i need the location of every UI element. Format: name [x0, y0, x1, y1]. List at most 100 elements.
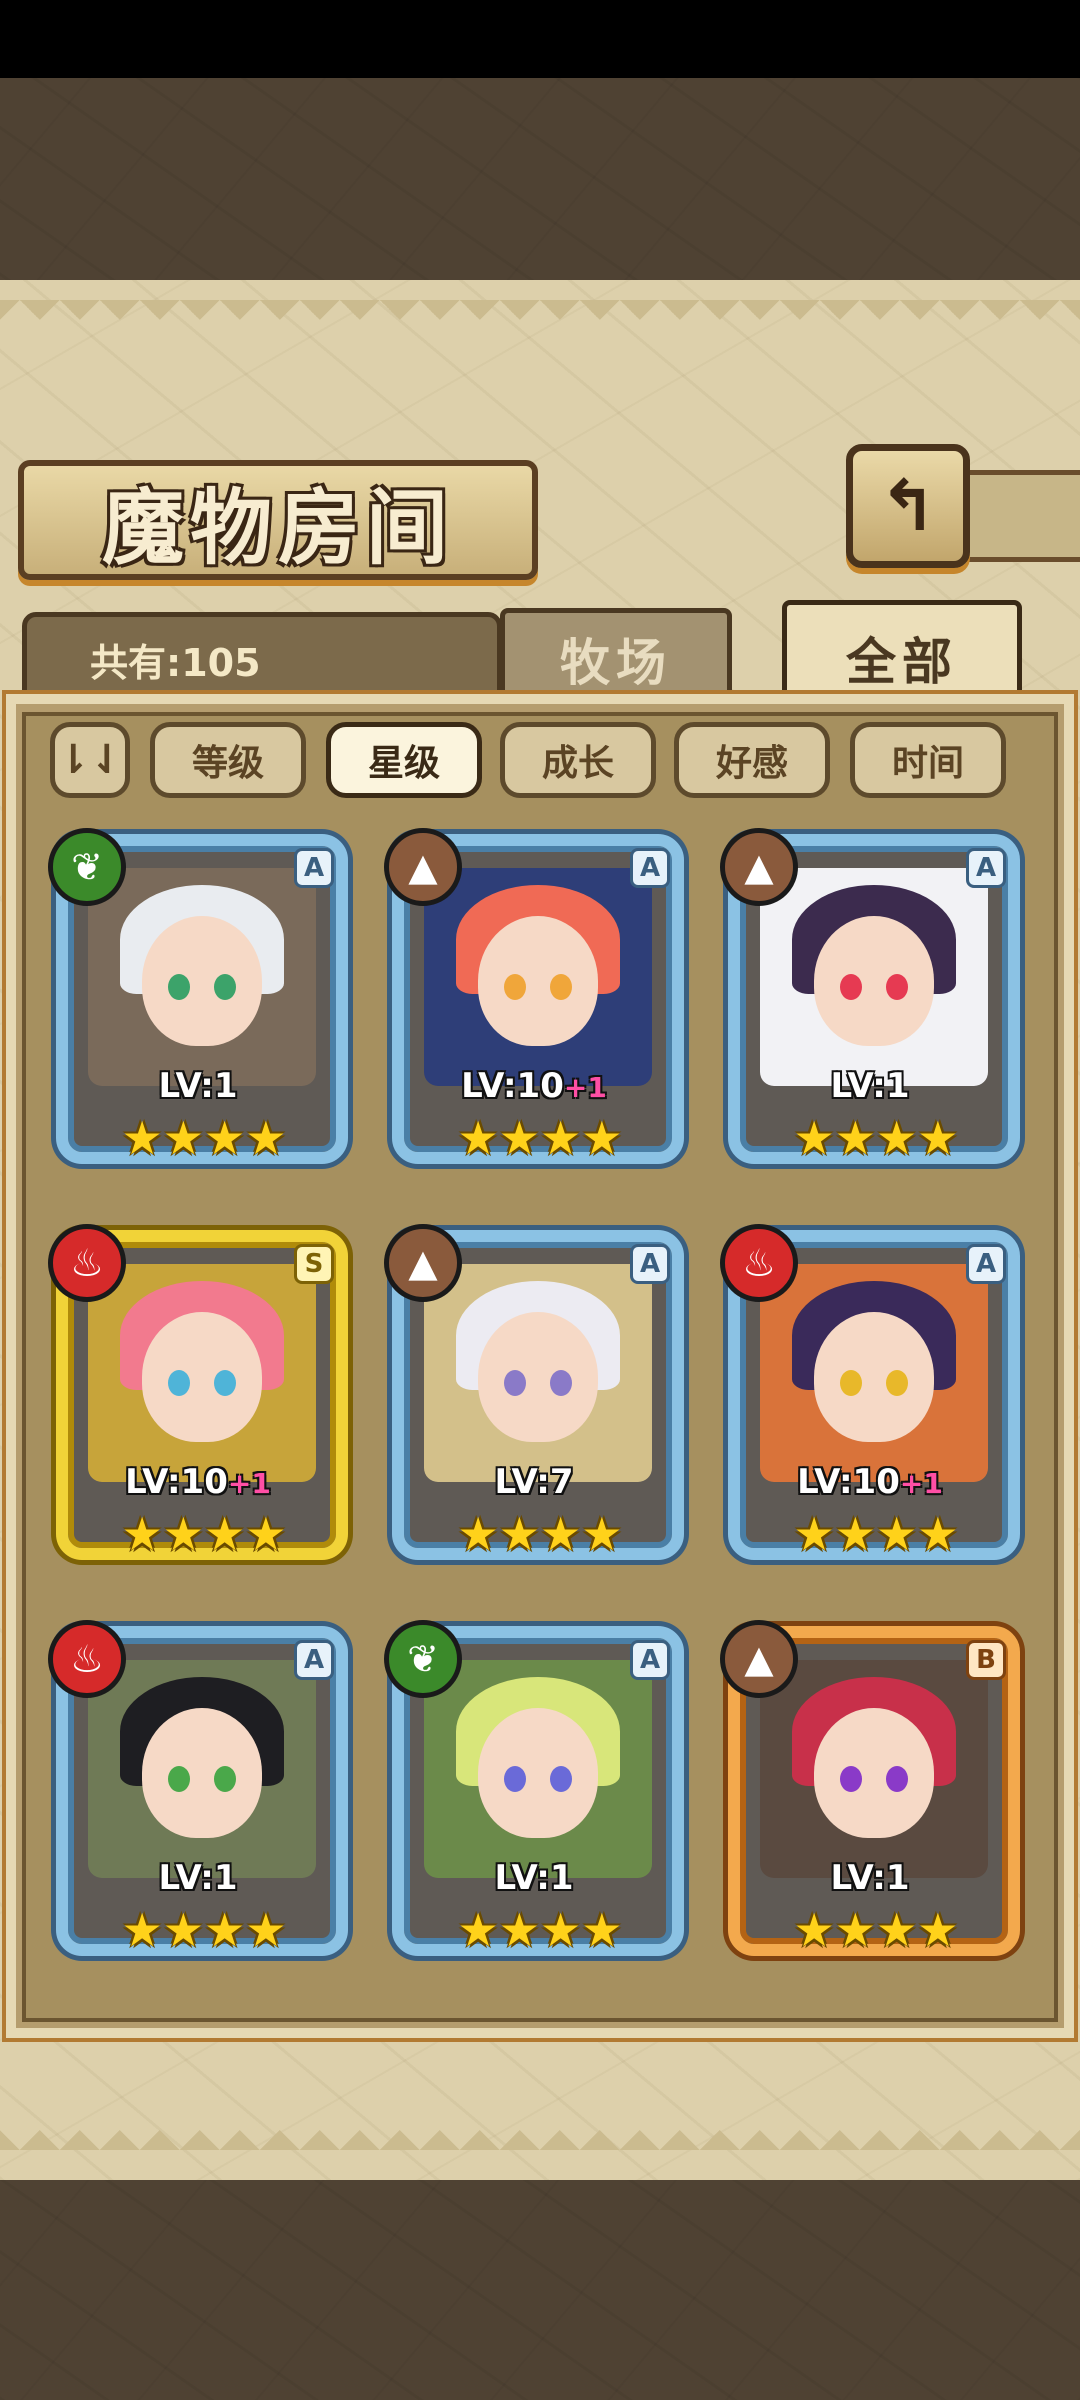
- rank-badge: A: [630, 848, 670, 888]
- portrait-face: [478, 916, 598, 1047]
- element-badge-icon: ▲: [720, 828, 798, 906]
- level-label: LV:1: [720, 1066, 1020, 1106]
- level-value: LV:10: [461, 1066, 564, 1106]
- level-value: LV:10: [797, 1462, 900, 1502]
- level-label: LV:1: [48, 1858, 348, 1898]
- portrait-eye: [504, 1766, 526, 1793]
- element-icon: ♨: [69, 1637, 105, 1681]
- element-badge-icon: ❦: [48, 828, 126, 906]
- monster-portrait: [88, 1660, 316, 1878]
- monster-portrait: [760, 868, 988, 1086]
- portrait-face: [142, 916, 262, 1047]
- element-badge-icon: ❦: [384, 1620, 462, 1698]
- level-label: LV:10+1: [48, 1462, 348, 1502]
- monster-portrait: [424, 868, 652, 1086]
- star-icons: ★★★★: [121, 1903, 287, 1957]
- title-plate: 魔物房间: [18, 460, 538, 580]
- sort-affection-label: 好感: [715, 743, 788, 784]
- rank-badge: A: [630, 1244, 670, 1284]
- element-icon: ❦: [407, 1637, 439, 1681]
- sort-star-button[interactable]: 星级: [326, 722, 482, 798]
- rank-badge: A: [294, 848, 334, 888]
- portrait-eye: [214, 1766, 236, 1793]
- back-button[interactable]: ↰: [846, 444, 970, 568]
- star-rating: ★★★★: [452, 1902, 628, 1958]
- level-plus: +1: [227, 1467, 271, 1500]
- portrait-face: [814, 1312, 934, 1443]
- star-rating: ★★★★: [116, 1110, 292, 1166]
- sort-level-button[interactable]: 等级: [150, 722, 306, 798]
- rank-label: A: [639, 1645, 661, 1675]
- star-rating: ★★★★: [788, 1506, 964, 1562]
- portrait-face: [142, 1708, 262, 1839]
- level-value: LV:10: [125, 1462, 228, 1502]
- star-icons: ★★★★: [793, 1111, 959, 1165]
- monster-card[interactable]: ▲ A LV:1 ★★★★: [720, 828, 1020, 1188]
- sort-order-toggle[interactable]: ⇂⇃: [50, 722, 130, 798]
- rank-label: A: [975, 1249, 997, 1279]
- star-icons: ★★★★: [121, 1111, 287, 1165]
- monster-card[interactable]: ❦ A LV:1 ★★★★: [48, 828, 348, 1188]
- star-rating: ★★★★: [116, 1902, 292, 1958]
- level-plus: +1: [563, 1071, 607, 1104]
- star-icons: ★★★★: [457, 1507, 623, 1561]
- monster-card[interactable]: ▲ B LV:1 ★★★★: [720, 1620, 1020, 1980]
- star-rating: ★★★★: [452, 1110, 628, 1166]
- element-badge-icon: ♨: [48, 1620, 126, 1698]
- star-rating: ★★★★: [116, 1506, 292, 1562]
- level-label: LV:7: [384, 1462, 684, 1502]
- portrait-eye: [214, 974, 236, 1001]
- portrait-face: [814, 1708, 934, 1839]
- level-label: LV:10+1: [720, 1462, 1020, 1502]
- portrait-eye: [840, 1370, 862, 1397]
- level-label: LV:1: [384, 1858, 684, 1898]
- monster-portrait: [760, 1264, 988, 1482]
- tab-all-label: 全部: [846, 631, 958, 691]
- monster-portrait: [424, 1264, 652, 1482]
- rank-label: A: [975, 853, 997, 883]
- rank-label: A: [639, 853, 661, 883]
- portrait-eye: [886, 1766, 908, 1793]
- portrait-face: [478, 1312, 598, 1443]
- element-icon: ♨: [741, 1241, 777, 1285]
- portrait-eye: [550, 1766, 572, 1793]
- monster-portrait: [424, 1660, 652, 1878]
- portrait-eye: [550, 1370, 572, 1397]
- rank-badge: A: [294, 1640, 334, 1680]
- tab-ranch[interactable]: 牧场: [500, 608, 732, 704]
- monster-card[interactable]: ♨ S LV:10+1 ★★★★: [48, 1224, 348, 1584]
- monster-card[interactable]: ❦ A LV:1 ★★★★: [384, 1620, 684, 1980]
- status-bar: [0, 0, 1080, 78]
- rank-label: A: [639, 1249, 661, 1279]
- star-rating: ★★★★: [788, 1902, 964, 1958]
- portrait-eye: [550, 974, 572, 1001]
- page-title: 魔物房间: [101, 479, 454, 576]
- sort-order-icon: ⇂⇃: [56, 737, 124, 783]
- level-value: LV:1: [494, 1858, 574, 1898]
- level-value: LV:1: [830, 1858, 910, 1898]
- rank-badge: S: [294, 1244, 334, 1284]
- level-value: LV:1: [830, 1066, 910, 1106]
- element-icon: ♨: [69, 1241, 105, 1285]
- element-icon: ▲: [744, 1637, 774, 1681]
- star-rating: ★★★★: [452, 1506, 628, 1562]
- rank-label: S: [304, 1249, 324, 1279]
- sort-time-label: 时间: [891, 743, 964, 784]
- sort-affection-button[interactable]: 好感: [674, 722, 830, 798]
- level-value: LV:7: [494, 1462, 574, 1502]
- sort-time-button[interactable]: 时间: [850, 722, 1006, 798]
- monster-portrait: [88, 1264, 316, 1482]
- monster-portrait: [88, 868, 316, 1086]
- monster-count: 共有:105: [90, 641, 261, 685]
- monster-card[interactable]: ♨ A LV:10+1 ★★★★: [720, 1224, 1020, 1584]
- rank-label: A: [303, 1645, 325, 1675]
- level-value: LV:1: [158, 1066, 238, 1106]
- monster-card[interactable]: ♨ A LV:1 ★★★★: [48, 1620, 348, 1980]
- rank-badge: B: [966, 1640, 1006, 1680]
- element-badge-icon: ♨: [720, 1224, 798, 1302]
- sort-growth-button[interactable]: 成长: [500, 722, 656, 798]
- tab-ranch-label: 牧场: [560, 632, 672, 692]
- level-label: LV:10+1: [384, 1066, 684, 1106]
- monster-card[interactable]: ▲ A LV:10+1 ★★★★: [384, 828, 684, 1188]
- monster-card[interactable]: ▲ A LV:7 ★★★★: [384, 1224, 684, 1584]
